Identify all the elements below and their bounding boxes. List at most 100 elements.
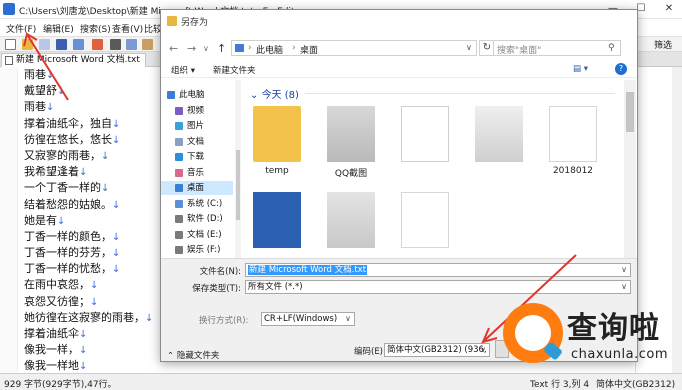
file-item-label: 2018012 (552, 166, 594, 176)
search-input[interactable]: 搜索"桌面" ⚲ (493, 40, 621, 56)
desktop-folder-icon (175, 184, 183, 192)
editor-line-text: 撑着油纸伞，独自 (24, 116, 112, 130)
recent-dropdown-icon[interactable]: ∨ (203, 44, 209, 53)
drive-e-icon (175, 230, 183, 239)
file-thumbnail-icon (475, 106, 523, 162)
status-encoding[interactable]: 简体中文(GB2312) (596, 377, 675, 390)
organize-button[interactable]: 组织 ▾ (171, 64, 195, 76)
editor-line: 像我一样，↓ (24, 342, 153, 358)
help-icon[interactable]: ? (615, 63, 627, 75)
filetype-select[interactable]: 所有文件 (*.*) ∨ (245, 280, 631, 294)
linebreak-select[interactable]: CR+LF(Windows) ∨ (261, 312, 355, 326)
file-thumbnail-icon (327, 192, 375, 248)
editor-line: 结着愁怨的姑娘。↓ (24, 197, 153, 213)
pictures-folder-icon (175, 122, 183, 130)
up-arrow-icon[interactable]: ↑ (217, 42, 226, 55)
file-item[interactable] (393, 106, 457, 188)
line-break-marker: ↓ (79, 329, 88, 340)
breadcrumb-this-pc[interactable]: 此电脑 (256, 43, 283, 56)
editor-line-text: 雨巷 (24, 68, 46, 81)
file-item[interactable]: temp (245, 106, 309, 188)
back-arrow-icon[interactable]: ← (169, 42, 178, 55)
editor-line-text: 在雨中哀怨， (24, 278, 90, 292)
dialog-title-bar: 另存为 (161, 10, 637, 32)
menu-edit[interactable]: 编辑(E) (43, 22, 74, 35)
nav-item[interactable]: 娱乐 (F:) (161, 243, 233, 257)
close-button[interactable]: ✕ (656, 0, 682, 19)
editor-line-text: 丁香一样的芬芳， (24, 246, 112, 260)
save-all-icon[interactable] (73, 39, 84, 50)
nav-item[interactable]: 此电脑 (161, 88, 233, 102)
address-dropdown-icon[interactable]: ∨ (466, 43, 472, 52)
menu-search[interactable]: 搜索(S) (80, 22, 111, 35)
nav-item[interactable]: 音乐 (161, 166, 233, 180)
editor-line-text: 像我一样地 (24, 359, 79, 373)
nav-item[interactable]: 下载 (161, 150, 233, 164)
hide-folders-toggle[interactable]: ⌃ 隐藏文件夹 (167, 349, 219, 361)
save-icon[interactable] (56, 39, 67, 50)
file-list-scrollbar[interactable] (624, 80, 636, 258)
editor-line: 丁香一样的颜色，↓ (24, 229, 153, 245)
editor-line: 雨巷↓ (24, 99, 153, 115)
editor-line: 我希望逢着↓ (24, 164, 153, 180)
new-folder-button[interactable]: 新建文件夹 (213, 64, 256, 76)
cut-icon[interactable] (110, 39, 121, 50)
nav-item[interactable]: 软件 (D:) (161, 212, 233, 226)
open-folder-icon[interactable] (22, 39, 33, 50)
address-bar[interactable]: › 此电脑 › 桌面 ∨ (231, 40, 477, 56)
menu-file[interactable]: 文件(F) (6, 22, 36, 35)
editor-line-text: 丁香一样的忧愁， (24, 262, 112, 276)
emeditor-app-icon (3, 3, 15, 15)
file-thumbnail-icon (401, 106, 449, 162)
line-break-marker: ↓ (112, 134, 121, 146)
nav-item[interactable]: 文档 (E:) (161, 228, 233, 242)
filter-label[interactable]: 筛选 (654, 38, 672, 51)
editor-lines: 雨巷↓ 戴望舒↓ 雨巷↓ 撑着油纸伞，独自↓ 彷徨在悠长，悠长↓ 又寂寥的雨巷，↓ 我希望逢… (24, 67, 153, 375)
line-break-marker: ↓ (112, 118, 121, 130)
breadcrumb-desktop[interactable]: 桌面 (300, 43, 318, 56)
editor-line: 她是有↓ (24, 213, 153, 229)
linebreak-label: 换行方式(R): (199, 316, 249, 326)
open-recent-icon[interactable] (39, 39, 50, 50)
file-item[interactable]: 2018012 (541, 106, 605, 188)
copy-icon[interactable] (126, 39, 137, 50)
view-options-button[interactable]: ▤ ▾ (573, 64, 588, 74)
menu-view[interactable]: 查看(V) (112, 22, 143, 35)
line-break-marker: ↓ (90, 280, 99, 292)
group-header-today[interactable]: ⌄ 今天 (8) (250, 86, 299, 101)
document-tab[interactable]: 新建 Microsoft Word 文档.txt (1, 53, 146, 67)
forward-arrow-icon[interactable]: → (187, 42, 196, 55)
line-break-marker: ↓ (46, 102, 55, 114)
music-folder-icon (175, 168, 183, 177)
chaxunla-watermark: 查询啦 chaxunla.com (503, 297, 681, 373)
paste-icon[interactable] (142, 39, 153, 50)
encoding-select[interactable]: 简体中文(GB2312) (936, ∨ (384, 343, 490, 357)
nav-item-label: 此电脑 (179, 90, 205, 100)
file-item[interactable] (467, 106, 531, 188)
group-header-label: 今天 (8) (261, 90, 299, 101)
status-file-size: 929 字节(929字节),47行。 (4, 380, 117, 390)
editor-line-text: 撑着油纸伞 (24, 327, 79, 340)
editor-line: 彷徨在悠长，悠长↓ (24, 132, 153, 148)
nav-item[interactable]: 视频 (161, 104, 233, 118)
nav-item[interactable]: 系统 (C:) (161, 197, 233, 211)
filename-dropdown-icon[interactable]: ∨ (621, 264, 627, 276)
emeditor-window: C:\Users\刘唐龙\Desktop\新建 Microsoft Word 文… (0, 0, 682, 390)
document-tab-label: 新建 Microsoft Word 文档.txt (16, 55, 140, 65)
nav-item[interactable]: 桌面 (161, 181, 233, 195)
nav-item-label: 图片 (187, 121, 205, 131)
editor-line: 撑着油纸伞↓ (24, 326, 153, 342)
file-item[interactable]: QQ截图 (319, 106, 383, 188)
encoding-label: 编码(E): (354, 347, 386, 357)
file-item-label: temp (265, 166, 289, 176)
filename-input[interactable]: 新建 Microsoft Word 文档.txt ∨ (245, 263, 631, 277)
command-bar: 组织 ▾ 新建文件夹 ▤ ▾ ? (161, 60, 637, 78)
new-file-icon[interactable] (5, 39, 16, 50)
navigation-pane-scrollbar[interactable] (235, 80, 241, 258)
nav-item[interactable]: 文档 (161, 135, 233, 149)
editor-line-text: 又寂寥的雨巷， (24, 148, 101, 162)
computer-icon (167, 91, 175, 99)
nav-item[interactable]: 图片 (161, 119, 233, 133)
undo-icon[interactable] (92, 39, 103, 50)
editor-line-text: 雨巷 (24, 100, 46, 114)
